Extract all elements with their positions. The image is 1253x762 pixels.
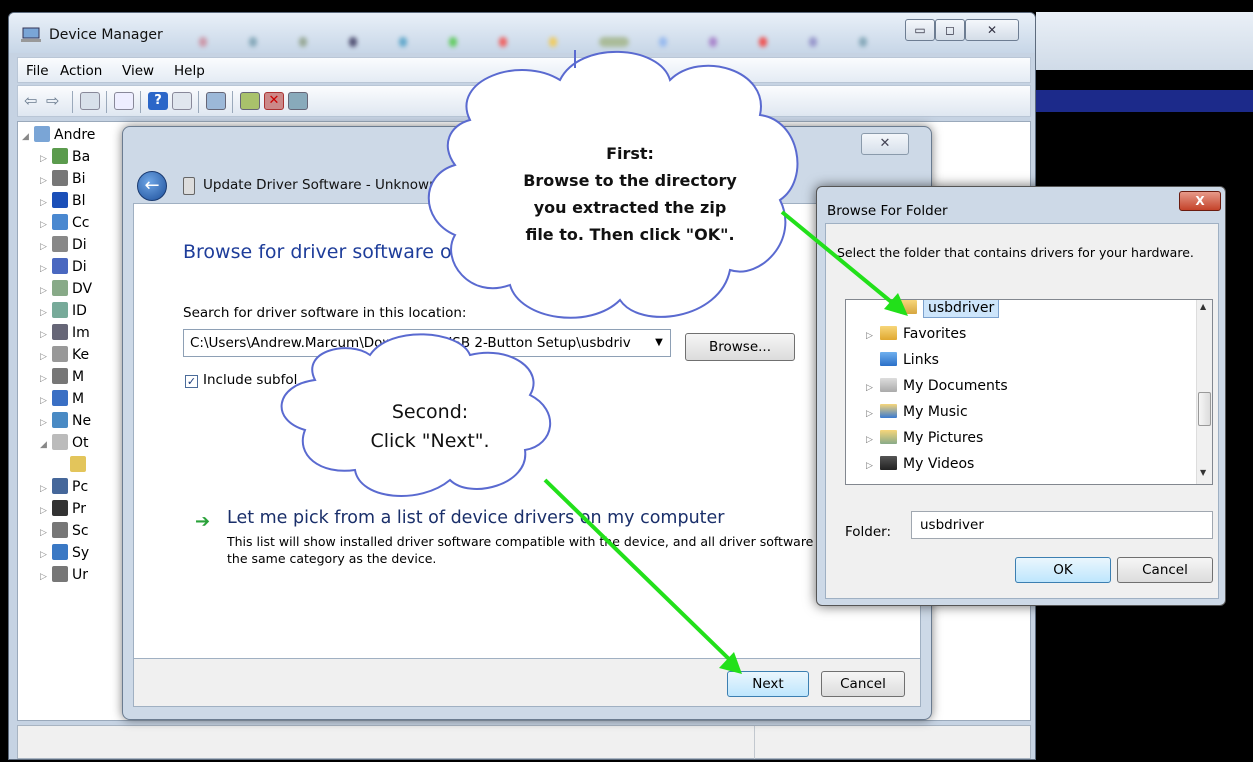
first-callout-line: file to. Then click "OK". — [525, 225, 735, 244]
first-green-arrow — [780, 210, 897, 307]
first-callout-line: you extracted the zip — [533, 198, 727, 217]
second-callout-line: Click "Next". — [370, 430, 490, 452]
second-callout-text: Second: Click "Next". — [330, 398, 530, 456]
first-callout-line: Browse to the directory — [523, 171, 737, 190]
first-callout-line: First: — [606, 144, 654, 163]
first-callout-text: First: Browse to the directory you extra… — [480, 140, 780, 248]
annotation-overlay — [280, 50, 908, 674]
second-green-arrow — [543, 478, 732, 662]
second-callout-line: Second: — [391, 401, 469, 423]
